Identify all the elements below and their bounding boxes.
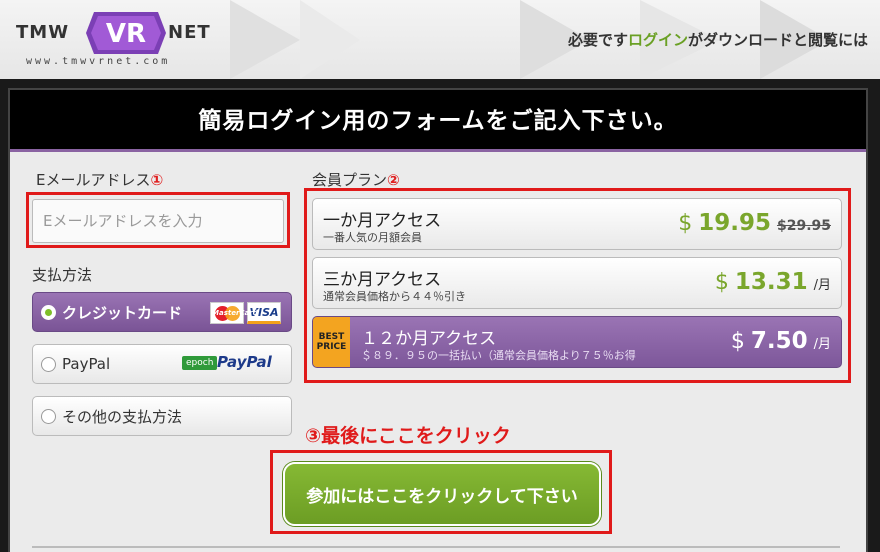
- mastercard-icon: MasterCard: [210, 302, 258, 324]
- plan-description: 通常会員価格から４４％引き: [323, 290, 466, 303]
- price-unit: /月: [813, 278, 831, 293]
- logo-text-right: NET: [168, 22, 211, 43]
- plan-1-month[interactable]: 一か月アクセス 一番人気の月額会員 $ 19.95 $29.95: [312, 198, 842, 250]
- plan-price: $ 13.31 /月: [715, 269, 831, 295]
- payment-label: 支払方法: [32, 266, 93, 284]
- original-price: $29.95: [776, 218, 831, 234]
- price-amount: 7.50: [750, 328, 808, 354]
- plan-price: $ 19.95 $29.95: [678, 210, 831, 236]
- payment-option-label: その他の支払方法: [62, 407, 183, 426]
- plan-description: 一番人気の月額会員: [323, 231, 422, 244]
- logo-text-left: TMW: [16, 22, 70, 43]
- price-unit: /月: [813, 337, 831, 352]
- plan-3-month[interactable]: 三か月アクセス 通常会員価格から４４％引き $ 13.31 /月: [312, 257, 842, 309]
- step-3-instruction: ③最後にここをクリック: [305, 425, 511, 447]
- badge-line-2: PRICE: [316, 342, 347, 352]
- logo-badge-text: VR: [106, 19, 146, 49]
- site-header: TMW VR NET www.tmwvrnet.com 必要ですログインがダウン…: [0, 0, 880, 79]
- header-msg-part2: がダウンロードと閲覧には: [687, 31, 868, 49]
- price-amount: 19.95: [698, 210, 771, 236]
- site-logo[interactable]: TMW VR NET www.tmwvrnet.com: [16, 10, 216, 72]
- best-price-badge: BEST PRICE: [313, 317, 350, 367]
- price-amount: 13.31: [734, 269, 808, 295]
- plan-label-text: 会員プラン: [312, 171, 388, 189]
- plan-label: 会員プラン②: [312, 169, 400, 190]
- email-input[interactable]: [32, 199, 284, 243]
- currency-symbol: $: [678, 211, 693, 236]
- bottom-divider: [32, 546, 840, 548]
- payment-option-other[interactable]: その他の支払方法: [32, 396, 292, 436]
- plan-name: 一か月アクセス: [323, 211, 442, 231]
- email-label: Eメールアドレス①: [36, 169, 163, 190]
- card-logos: MasterCard VISA: [210, 302, 281, 324]
- step-2-marker: ②: [387, 171, 400, 189]
- currency-symbol: $: [714, 270, 729, 295]
- radio-icon: [41, 408, 56, 424]
- header-message: 必要ですログインがダウンロードと閲覧には: [568, 29, 868, 50]
- epoch-logo-icon: epoch: [182, 356, 218, 370]
- payment-option-label: クレジットカード: [62, 303, 183, 322]
- radio-selected-icon: [41, 304, 56, 320]
- form-title: 簡易ログイン用のフォームをご記入下さい。: [10, 90, 866, 152]
- logo-url: www.tmwvrnet.com: [26, 56, 171, 67]
- paypal-logo-icon: PayPal: [217, 353, 272, 371]
- plan-name: 三か月アクセス: [323, 270, 442, 290]
- logo-badge: VR: [86, 12, 166, 54]
- plan-name: １２か月アクセス: [361, 329, 497, 349]
- step-1-marker: ①: [150, 171, 164, 189]
- join-submit-button[interactable]: 参加にはここをクリックして下さい: [283, 462, 601, 526]
- plan-description: ＄８９．９５の一括払い（通常会員価格より７５％お得: [361, 349, 636, 362]
- email-label-text: Eメールアドレス: [36, 171, 151, 189]
- plan-12-month[interactable]: BEST PRICE １２か月アクセス ＄８９．９５の一括払い（通常会員価格より７…: [312, 316, 842, 368]
- payment-option-label: PayPal: [62, 355, 111, 373]
- header-login-link[interactable]: ログイン: [628, 31, 688, 49]
- currency-symbol: $: [730, 329, 745, 354]
- badge-line-1: BEST: [318, 332, 345, 342]
- radio-icon: [41, 356, 56, 372]
- payment-option-credit-card[interactable]: クレジットカード MasterCard VISA: [32, 292, 292, 332]
- header-msg-part1: 必要です: [567, 31, 628, 49]
- payment-option-paypal[interactable]: PayPal epoch PayPal: [32, 344, 292, 384]
- plan-price: $ 7.50 /月: [731, 328, 831, 354]
